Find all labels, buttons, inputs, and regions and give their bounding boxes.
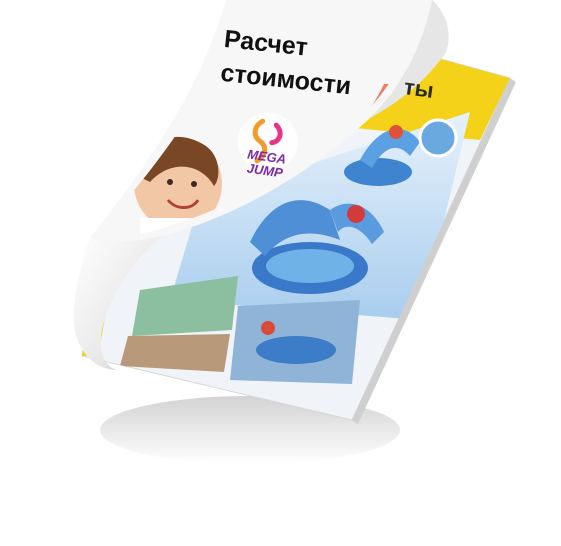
photo-thumb-dragon <box>261 321 275 335</box>
photo-thumb-2 <box>120 334 230 372</box>
back-page-heading: ты <box>402 74 436 103</box>
photo-thumb-pool <box>256 336 336 364</box>
child-eye-left <box>167 179 173 185</box>
inflatable-pool-inner <box>266 249 354 283</box>
logo: MEGA JUMP <box>222 107 309 203</box>
dragon-figure <box>347 205 365 223</box>
child-eye-right <box>191 181 197 187</box>
inflatable-pool-small <box>344 158 412 186</box>
dragon-figure-upper <box>389 125 403 139</box>
round-thumbnail <box>418 118 458 158</box>
